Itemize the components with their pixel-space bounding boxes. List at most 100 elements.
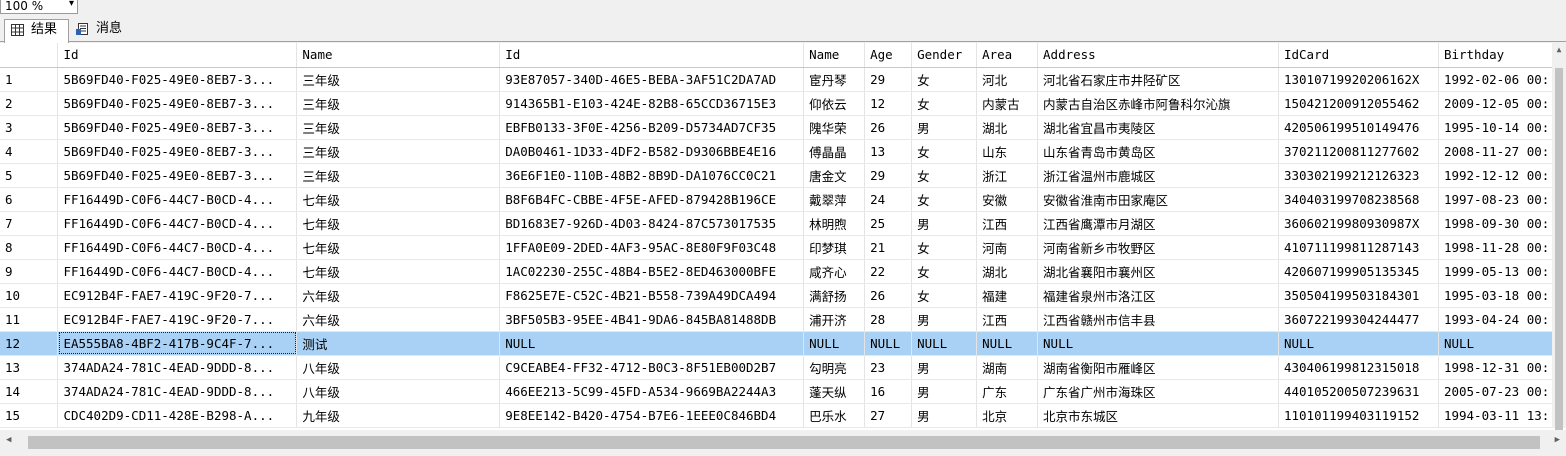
table-cell[interactable]: 广东省广州市海珠区	[1037, 379, 1279, 404]
table-cell[interactable]: 2009-12-05 00:	[1438, 91, 1566, 116]
table-cell[interactable]: 28	[864, 307, 913, 332]
table-cell[interactable]: 福建	[976, 283, 1039, 308]
table-row[interactable]: 5 5B69FD40-F025-49E0-8EB7-3... 三年级 36E6F1E0…	[0, 163, 1566, 188]
table-cell[interactable]: F8625E7E-C52C-4B21-B558-739A49DCA494	[499, 283, 805, 308]
table-cell[interactable]: 七年级	[296, 235, 501, 260]
column-header-birthday[interactable]: Birthday	[1438, 43, 1566, 68]
table-cell[interactable]: 3BF505B3-95EE-4B41-9DA6-845BA81488DB	[499, 307, 805, 332]
table-cell[interactable]: C9CEABE4-FF32-4712-B0C3-8F51EB00D2B7	[499, 355, 805, 380]
scroll-right-icon[interactable]: ▶	[1555, 435, 1560, 445]
table-cell[interactable]: 350504199503184301	[1278, 283, 1439, 308]
table-row[interactable]: 7 FF16449D-C0F6-44C7-B0CD-4... 七年级 BD1683E7…	[0, 211, 1566, 236]
table-cell[interactable]: 河南省新乡市牧野区	[1037, 235, 1279, 260]
column-header-id[interactable]: Id	[57, 43, 298, 68]
column-header-idcard[interactable]: IdCard	[1278, 43, 1439, 68]
table-row[interactable]: 8 FF16449D-C0F6-44C7-B0CD-4... 七年级 1FFA0E09…	[0, 235, 1566, 260]
row-number-header[interactable]	[0, 43, 59, 68]
tab-messages[interactable]: 消息	[70, 19, 132, 41]
table-cell[interactable]: 三年级	[296, 139, 501, 164]
table-cell[interactable]: 宦丹琴	[803, 67, 866, 92]
vertical-scroll-thumb[interactable]	[1555, 68, 1563, 438]
vertical-scrollbar[interactable]: ▲	[1552, 43, 1566, 438]
table-cell[interactable]: 466EE213-5C99-45FD-A534-9669BA2244A3	[499, 379, 805, 404]
table-cell[interactable]: 山东	[976, 139, 1039, 164]
table-cell[interactable]: NULL	[1037, 331, 1279, 356]
table-cell[interactable]: 女	[911, 235, 978, 260]
table-cell[interactable]: 浦开济	[803, 307, 866, 332]
table-cell[interactable]: EC912B4F-FAE7-419C-9F20-7...	[57, 283, 298, 308]
results-grid[interactable]: Id Name Id Name Age Gender Area Address IdCard Bi…	[0, 43, 1566, 456]
table-cell[interactable]: 巴乐水	[803, 403, 866, 428]
table-cell[interactable]: 六年级	[296, 307, 501, 332]
table-cell[interactable]: 2008-11-27 00:	[1438, 139, 1566, 164]
table-cell[interactable]: 340403199708238568	[1278, 187, 1439, 212]
table-cell[interactable]: 27	[864, 403, 913, 428]
table-row[interactable]: 13 374ADA24-781C-4EAD-9DDD-8... 八年级 C9CEABE…	[0, 355, 1566, 380]
table-cell[interactable]: 1999-05-13 00:	[1438, 259, 1566, 284]
table-cell[interactable]: 六年级	[296, 283, 501, 308]
column-header-id[interactable]: Id	[499, 43, 805, 68]
row-number[interactable]: 4	[0, 139, 59, 164]
table-cell[interactable]: FF16449D-C0F6-44C7-B0CD-4...	[57, 259, 298, 284]
table-cell[interactable]: 三年级	[296, 115, 501, 140]
table-cell[interactable]: 22	[864, 259, 913, 284]
table-cell[interactable]: 女	[911, 91, 978, 116]
table-cell[interactable]: 湖北	[976, 259, 1039, 284]
table-cell[interactable]: 914365B1-E103-424E-82B8-65CCD36715E3	[499, 91, 805, 116]
horizontal-scroll-thumb[interactable]	[28, 436, 1540, 449]
row-number[interactable]: 9	[0, 259, 59, 284]
table-cell[interactable]: 420506199510149476	[1278, 115, 1439, 140]
table-cell[interactable]: 印梦琪	[803, 235, 866, 260]
table-cell[interactable]: 430406199812315018	[1278, 355, 1439, 380]
table-cell[interactable]: 5B69FD40-F025-49E0-8EB7-3...	[57, 67, 298, 92]
column-header-name[interactable]: Name	[803, 43, 866, 68]
horizontal-scrollbar[interactable]: ◀ ▶	[0, 430, 1566, 456]
table-cell[interactable]: 女	[911, 187, 978, 212]
table-cell[interactable]: 内蒙古	[976, 91, 1039, 116]
row-number[interactable]: 12	[0, 331, 59, 356]
table-row[interactable]: 12 EA555BA8-4BF2-417B-9C4F-7... 测试 NULL NULL…	[0, 331, 1566, 356]
table-cell[interactable]: 唐金文	[803, 163, 866, 188]
table-cell[interactable]: 1998-11-28 00:	[1438, 235, 1566, 260]
table-cell[interactable]: 男	[911, 307, 978, 332]
table-cell[interactable]: 隗华荣	[803, 115, 866, 140]
table-cell[interactable]: 女	[911, 163, 978, 188]
table-cell[interactable]: 女	[911, 139, 978, 164]
table-cell[interactable]: 29	[864, 163, 913, 188]
table-cell[interactable]: 26	[864, 115, 913, 140]
table-cell[interactable]: 13010719920206162X	[1278, 67, 1439, 92]
table-row[interactable]: 10 EC912B4F-FAE7-419C-9F20-7... 六年级 F8625E7…	[0, 283, 1566, 308]
table-row[interactable]: 15 CDC402D9-CD11-428E-B298-A... 九年级 9E8EE14…	[0, 403, 1566, 428]
table-cell[interactable]: 北京市东城区	[1037, 403, 1279, 428]
row-number[interactable]: 14	[0, 379, 59, 404]
table-cell[interactable]: 林明煦	[803, 211, 866, 236]
table-cell[interactable]: EBFB0133-3F0E-4256-B209-D5734AD7CF35	[499, 115, 805, 140]
table-cell[interactable]: 三年级	[296, 163, 501, 188]
table-cell[interactable]: 浙江	[976, 163, 1039, 188]
table-cell[interactable]: 福建省泉州市洛江区	[1037, 283, 1279, 308]
table-cell[interactable]: 1AC02230-255C-48B4-B5E2-8ED463000BFE	[499, 259, 805, 284]
table-cell[interactable]: 1993-04-24 00:	[1438, 307, 1566, 332]
table-cell[interactable]: 湖南省衡阳市雁峰区	[1037, 355, 1279, 380]
table-cell[interactable]: 24	[864, 187, 913, 212]
table-cell[interactable]: 湖北省宜昌市夷陵区	[1037, 115, 1279, 140]
table-cell[interactable]: 1992-12-12 00:	[1438, 163, 1566, 188]
table-cell[interactable]: 23	[864, 355, 913, 380]
table-cell[interactable]: 八年级	[296, 355, 501, 380]
table-cell[interactable]: 5B69FD40-F025-49E0-8EB7-3...	[57, 91, 298, 116]
table-cell[interactable]: 9E8EE142-B420-4754-B7E6-1EEE0C846BD4	[499, 403, 805, 428]
table-row[interactable]: 14 374ADA24-781C-4EAD-9DDD-8... 八年级 466EE21…	[0, 379, 1566, 404]
row-number[interactable]: 7	[0, 211, 59, 236]
table-cell[interactable]: 女	[911, 283, 978, 308]
table-cell[interactable]: 江西	[976, 307, 1039, 332]
table-cell[interactable]: FF16449D-C0F6-44C7-B0CD-4...	[57, 235, 298, 260]
table-cell[interactable]: 21	[864, 235, 913, 260]
table-cell[interactable]: 七年级	[296, 211, 501, 236]
table-cell[interactable]: NULL	[499, 331, 805, 356]
table-cell[interactable]: NULL	[1278, 331, 1439, 356]
row-number[interactable]: 8	[0, 235, 59, 260]
table-cell[interactable]: 男	[911, 403, 978, 428]
table-cell[interactable]: BD1683E7-926D-4D03-8424-87C573017535	[499, 211, 805, 236]
zoom-dropdown[interactable]: 100 % ▾	[0, 0, 78, 14]
table-cell[interactable]: FF16449D-C0F6-44C7-B0CD-4...	[57, 187, 298, 212]
